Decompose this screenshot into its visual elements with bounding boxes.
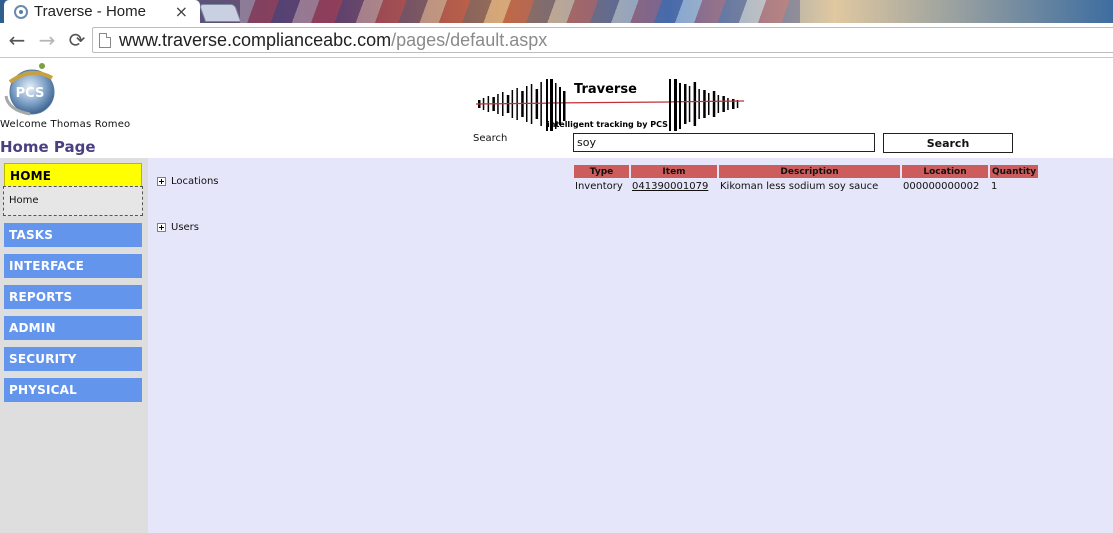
close-tab-icon[interactable]: × [175, 2, 188, 21]
column-header-quantity: Quantity [990, 165, 1039, 178]
barcode-bar [530, 84, 533, 124]
barcode-bar [732, 99, 735, 109]
sidebar-item-reports[interactable]: REPORTS [4, 285, 142, 309]
page: PCS Welcome Thomas Romeo Home Page Trave… [0, 58, 1113, 533]
cell-type: Inventory [575, 181, 623, 192]
expand-plus-icon[interactable] [157, 177, 166, 186]
browser-tab-traverse-home[interactable]: Traverse - Home × [4, 0, 200, 23]
cell-description: Kikoman less sodium soy sauce [720, 181, 879, 192]
page-icon [99, 32, 111, 48]
globe-favicon-icon [14, 4, 28, 19]
barcode-bar [688, 86, 691, 122]
sidebar-item-physical[interactable]: PHYSICAL [4, 378, 142, 402]
welcome-message: Welcome Thomas Romeo [0, 119, 131, 130]
tree-node-users[interactable]: Users [157, 222, 199, 233]
tab-title: Traverse - Home [34, 3, 146, 20]
barcode-bar [708, 93, 710, 115]
item-link[interactable]: 041390001079 [632, 181, 708, 192]
tabstrip-background-art [240, 0, 800, 23]
barcode-bar [698, 89, 700, 119]
sidebar-subitem-home[interactable]: Home [3, 186, 143, 216]
barcode-bar [722, 96, 725, 112]
barcode-bar [540, 82, 542, 126]
table-row: Inventory 041390001079 Kikoman less sodi… [574, 178, 1038, 192]
traverse-brand-name: Traverse [574, 82, 637, 97]
traverse-tagline: intelligent tracking by PCS [547, 120, 668, 129]
expand-plus-icon[interactable] [157, 223, 166, 232]
barcode-bar [703, 90, 706, 118]
sidebar-item-interface[interactable]: INTERFACE [4, 254, 142, 278]
barcode-bar [727, 98, 729, 110]
page-title: Home Page [0, 138, 96, 156]
column-header-location: Location [902, 165, 988, 178]
cell-quantity: 1 [991, 181, 998, 192]
sidebar-item-tasks[interactable]: TASKS [4, 223, 142, 247]
column-header-type: Type [574, 165, 629, 178]
barcode-bar [684, 84, 687, 124]
sidebar-item-home[interactable]: HOME [4, 163, 142, 187]
url-path: /pages/default.aspx [391, 29, 548, 50]
traverse-barcode-logo: Traverse intelligent tracking by PCS [475, 79, 745, 131]
pcs-logo-icon: PCS [4, 63, 55, 116]
sidebar-menu: HOME Home TASKS INTERFACE REPORTS ADMIN … [0, 158, 148, 533]
barcode-bar [717, 95, 720, 113]
column-header-item: Item [631, 165, 717, 178]
back-arrow-icon[interactable]: ← [4, 27, 30, 53]
barcode-bar [712, 91, 716, 117]
main-content: Locations Users Type Item Description Lo… [148, 158, 1113, 533]
sidebar-item-security[interactable]: SECURITY [4, 347, 142, 371]
tree-node-label: Locations [171, 176, 219, 187]
results-header-row: Type Item Description Location Quantity [574, 165, 1039, 178]
search-results-table: Type Item Description Location Quantity … [572, 165, 1040, 192]
barcode-bar [535, 89, 539, 119]
search-input[interactable] [573, 133, 875, 152]
barcode-bar [693, 82, 697, 126]
reload-icon[interactable]: ⟳ [64, 27, 90, 53]
browser-tabstrip: Traverse - Home × [0, 0, 1113, 23]
tree-node-locations[interactable]: Locations [157, 176, 219, 187]
tree-node-label: Users [171, 222, 200, 233]
new-tab-button[interactable] [198, 4, 242, 22]
cell-location: 000000000002 [903, 181, 980, 192]
browser-toolbar: ← → ⟳ www.traverse.complianceabc.com/pag… [0, 23, 1113, 58]
pcs-logo-text: PCS [16, 86, 45, 101]
cell-item: 041390001079 [631, 178, 717, 192]
address-bar[interactable]: www.traverse.complianceabc.com/pages/def… [92, 27, 1113, 53]
forward-arrow-icon[interactable]: → [34, 27, 60, 53]
column-header-description: Description [719, 165, 900, 178]
url-host: www.traverse.complianceabc.com [119, 29, 392, 50]
search-button[interactable]: Search [883, 133, 1013, 153]
search-label: Search [473, 133, 508, 144]
sidebar-item-admin[interactable]: ADMIN [4, 316, 142, 340]
